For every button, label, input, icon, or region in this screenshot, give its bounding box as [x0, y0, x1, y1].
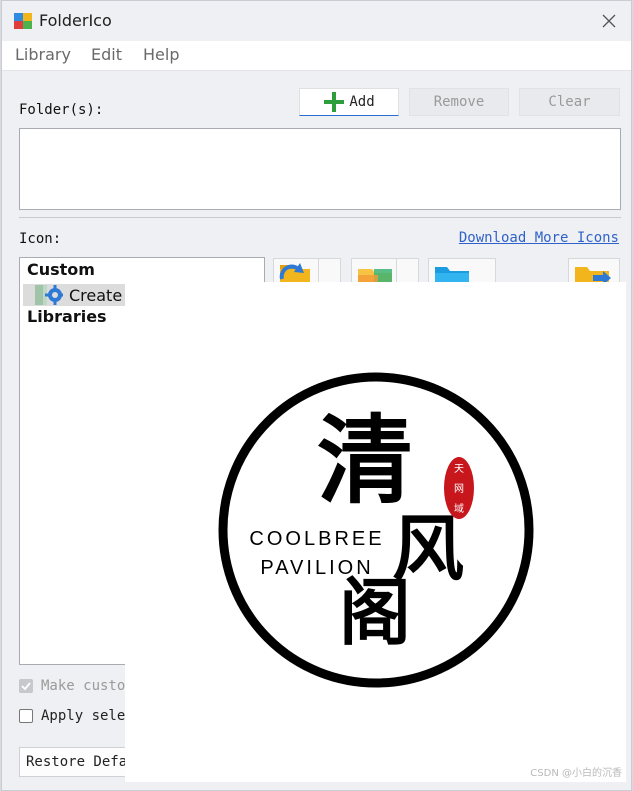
logo-han-3: 阁	[339, 570, 411, 655]
checkmark-icon	[21, 682, 31, 691]
folderico-app-icon	[14, 13, 32, 29]
download-more-icons-link[interactable]: Download More Icons	[459, 230, 619, 246]
close-icon	[602, 14, 616, 28]
remove-button-label: Remove	[433, 94, 485, 110]
tree-item-create-label: Create	[69, 285, 123, 305]
clear-button[interactable]: Clear	[519, 88, 620, 116]
make-custom-checkbox[interactable]	[19, 679, 33, 693]
make-custom-label: Make custon	[41, 678, 134, 694]
make-custom-option[interactable]: Make custon	[19, 678, 134, 694]
close-button[interactable]	[587, 1, 631, 41]
create-folder-icon	[35, 285, 63, 305]
remove-button[interactable]: Remove	[409, 88, 509, 116]
add-button[interactable]: Add	[299, 88, 399, 116]
logo-english-1: COOLBREE	[249, 528, 384, 550]
svg-text:网: 网	[454, 483, 464, 495]
plus-icon	[324, 92, 345, 112]
csdn-watermark: CSDN @小白的沉香	[530, 768, 622, 779]
coolbree-pavilion-logo: 清 风 阁 COOLBREE PAVILION 天 网 域	[218, 372, 534, 688]
app-window: FolderIco Library Edit Help Folder(s): A…	[1, 0, 632, 791]
logo-han-1: 清	[317, 404, 413, 517]
folders-list[interactable]	[19, 128, 621, 210]
tree-node-libraries[interactable]: Libraries	[27, 307, 107, 326]
tree-node-custom[interactable]: Custom	[27, 260, 95, 279]
add-button-label: Add	[349, 94, 375, 110]
restore-defaults-label: Restore Defa	[26, 754, 128, 770]
section-divider	[19, 217, 621, 218]
folders-label: Folder(s):	[19, 102, 104, 118]
logo-seal: 天 网 域	[444, 457, 474, 519]
svg-text:天: 天	[454, 464, 464, 475]
menu-help[interactable]: Help	[143, 45, 179, 64]
window-title: FolderIco	[39, 11, 112, 30]
apply-selected-label: Apply selec	[41, 708, 134, 724]
logo-english-2: PAVILION	[260, 557, 373, 579]
menu-library[interactable]: Library	[15, 45, 71, 64]
apply-selected-checkbox[interactable]	[19, 709, 33, 723]
icon-label: Icon:	[19, 231, 62, 247]
logo-overlay: 清 风 阁 COOLBREE PAVILION 天 网 域 CSDN @小白的沉…	[125, 282, 626, 782]
svg-text:域: 域	[454, 502, 464, 515]
menu-bar: Library Edit Help	[2, 41, 631, 71]
clear-button-label: Clear	[548, 94, 591, 110]
title-bar: FolderIco	[2, 1, 631, 41]
apply-selected-option[interactable]: Apply selec	[19, 708, 134, 724]
menu-edit[interactable]: Edit	[91, 45, 122, 64]
